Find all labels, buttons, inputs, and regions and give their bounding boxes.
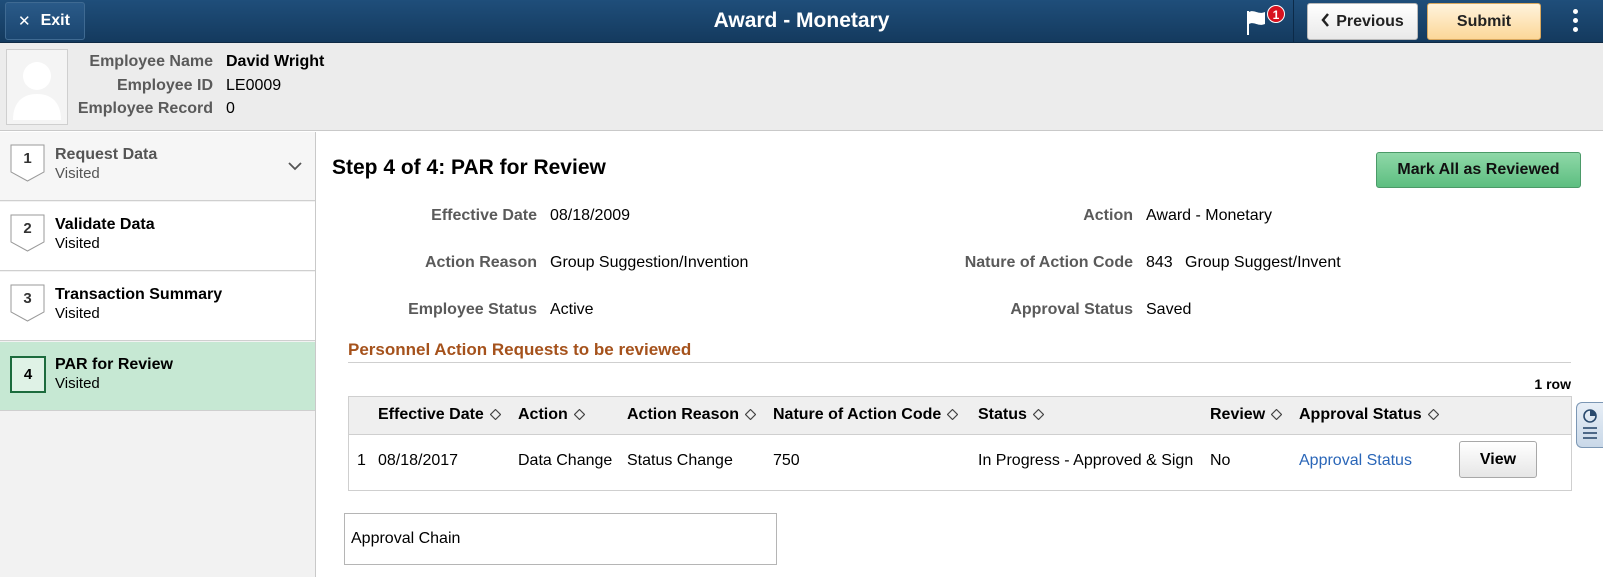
column-header-action[interactable]: Action — [518, 406, 585, 424]
exit-button[interactable]: ✕ Exit — [5, 2, 85, 40]
noa-code-label: Nature of Action Code — [964, 254, 1133, 271]
employee-labels: Employee Name Employee ID Employee Recor… — [70, 50, 213, 121]
step-status: Visited — [55, 375, 100, 392]
noa-description-value: Group Suggest/Invent — [1185, 254, 1341, 271]
employee-record: 0 — [226, 100, 235, 117]
column-header-approval-status[interactable]: Approval Status — [1299, 406, 1439, 424]
employee-record-label: Employee Record — [77, 100, 213, 117]
effective-date-value: 08/18/2009 — [550, 207, 631, 224]
action-label: Action — [1083, 207, 1133, 224]
avatar — [6, 49, 68, 125]
step-title: Request Data — [55, 146, 158, 163]
approval-chain-box[interactable]: Approval Chain — [344, 513, 777, 565]
previous-label: Previous — [1336, 12, 1404, 30]
step-item-transaction-summary[interactable]: 3 Transaction Summary Visited — [0, 272, 315, 341]
sort-icon — [745, 409, 757, 420]
cell-action-reason: Status Change — [627, 452, 733, 469]
employee-status-label: Employee Status — [408, 301, 537, 318]
column-header-action-reason[interactable]: Action Reason — [627, 406, 757, 424]
step-status: Visited — [55, 235, 100, 252]
notification-count-badge: 1 — [1267, 5, 1285, 23]
employee-name: David Wright — [226, 53, 325, 70]
step-heading: Step 4 of 4: PAR for Review — [332, 156, 606, 179]
step-status: Visited — [55, 305, 100, 322]
sort-icon — [1427, 409, 1439, 420]
column-header-status[interactable]: Status — [978, 406, 1044, 424]
step-number-icon: 1 — [10, 144, 45, 182]
sort-icon — [1032, 409, 1044, 420]
related-content-icon — [1583, 409, 1597, 439]
sort-icon — [573, 409, 585, 420]
step-navigation: 1 Request Data Visited 2 Validate Data V… — [0, 132, 316, 577]
section-divider — [348, 362, 1571, 363]
step-status: Visited — [55, 165, 100, 182]
chevron-left-icon — [1321, 13, 1330, 30]
step-number-icon: 2 — [10, 214, 45, 252]
column-header-noa-code[interactable]: Nature of Action Code — [773, 406, 959, 424]
sort-icon — [947, 409, 959, 420]
grid-header: Effective Date Action Action Reason Natu… — [349, 397, 1571, 435]
mark-all-reviewed-button[interactable]: Mark All as Reviewed — [1376, 152, 1581, 188]
step-item-par-for-review[interactable]: 4 PAR for Review Visited — [0, 342, 315, 411]
approval-status-value: Saved — [1146, 301, 1192, 318]
cell-action: Data Change — [518, 452, 613, 469]
row-count: 1 row — [1534, 376, 1571, 392]
sort-icon — [489, 409, 501, 420]
sort-icon — [1271, 409, 1283, 420]
noa-code-value: 843 — [1146, 254, 1173, 271]
approval-chain-label: Approval Chain — [351, 530, 461, 547]
step-title: Transaction Summary — [55, 286, 223, 303]
top-banner: ✕ Exit Award - Monetary 1 Previous Submi… — [0, 0, 1603, 43]
view-button[interactable]: View — [1459, 441, 1537, 478]
previous-button[interactable]: Previous — [1307, 3, 1418, 40]
approval-status-label: Approval Status — [1010, 301, 1133, 318]
step-title: Validate Data — [55, 216, 155, 233]
submit-button[interactable]: Submit — [1427, 3, 1541, 40]
step-title: PAR for Review — [55, 356, 173, 373]
step-number-icon: 3 — [10, 284, 45, 322]
cell-effective-date: 08/18/2017 — [378, 452, 459, 469]
header-divider — [1293, 0, 1294, 43]
actions-menu-icon[interactable] — [1565, 6, 1585, 38]
step-item-request-data[interactable]: 1 Request Data Visited — [0, 132, 315, 201]
step-number-icon: 4 — [10, 356, 46, 393]
effective-date-label: Effective Date — [431, 207, 537, 224]
chevron-down-icon[interactable] — [288, 158, 302, 171]
close-icon: ✕ — [18, 13, 31, 30]
par-review-grid: Effective Date Action Action Reason Natu… — [348, 396, 1572, 491]
main-content: Step 4 of 4: PAR for Review Mark All as … — [317, 132, 1603, 577]
employee-header: Employee Name Employee ID Employee Recor… — [0, 43, 1603, 131]
exit-label: Exit — [40, 12, 70, 29]
column-header-effective-date[interactable]: Effective Date — [378, 406, 501, 424]
related-content-tab[interactable] — [1576, 402, 1603, 448]
step-item-validate-data[interactable]: 2 Validate Data Visited — [0, 202, 315, 271]
employee-name-label: Employee Name — [89, 53, 213, 70]
section-title: Personnel Action Requests to be reviewed — [348, 340, 692, 359]
employee-id: LE0009 — [226, 76, 282, 94]
employee-status-value: Active — [550, 301, 594, 318]
employee-values: David Wright LE0009 0 — [226, 50, 324, 121]
approval-status-link[interactable]: Approval Status — [1299, 452, 1412, 470]
cell-review: No — [1210, 452, 1231, 469]
action-reason-label: Action Reason — [424, 254, 537, 271]
employee-id-label: Employee ID — [116, 76, 213, 94]
cell-status: In Progress - Approved & Sign — [978, 452, 1194, 469]
column-header-review[interactable]: Review — [1210, 406, 1283, 424]
cell-noa-code: 750 — [773, 452, 800, 469]
row-index: 1 — [357, 452, 366, 469]
action-value: Award - Monetary — [1146, 207, 1272, 224]
action-reason-value: Group Suggestion/Invention — [550, 254, 749, 271]
